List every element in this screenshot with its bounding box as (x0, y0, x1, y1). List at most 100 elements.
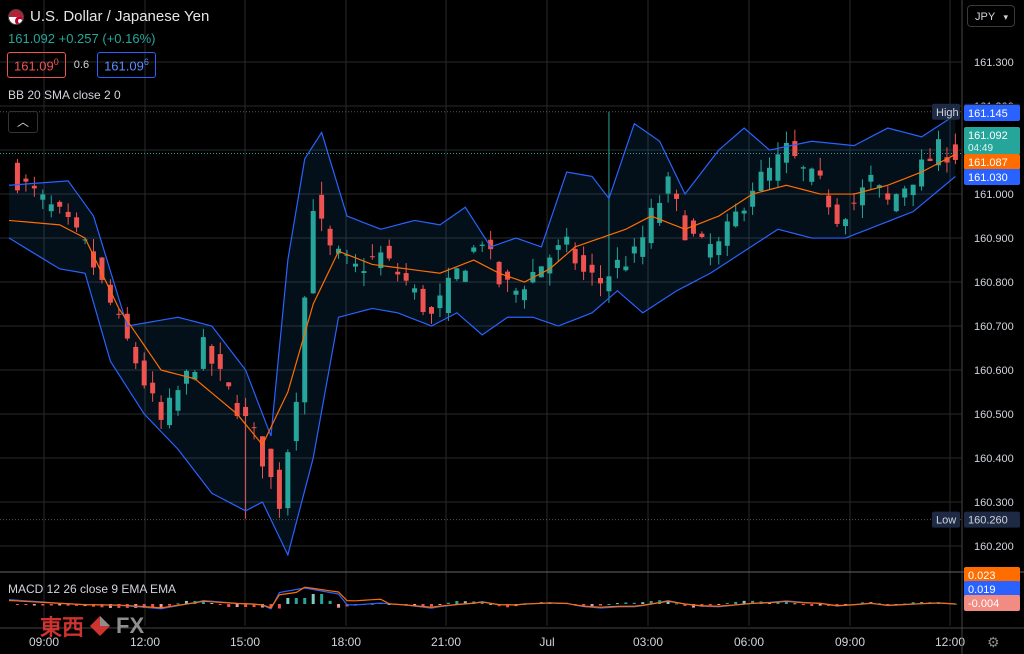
macd-indicator-label[interactable]: MACD 12 26 close 9 EMA EMA (8, 582, 176, 596)
candle-body (521, 289, 527, 301)
annotation-low-label: Low (936, 515, 956, 527)
macd-hist-bar (168, 604, 172, 606)
candle-body (158, 401, 164, 420)
symbol-title[interactable]: U.S. Dollar / Japanese Yen (30, 8, 209, 25)
candle-body (217, 354, 223, 369)
candle-body (910, 184, 916, 196)
candle-body (479, 244, 485, 246)
candle-body (133, 346, 139, 364)
candle-body (817, 170, 823, 176)
gear-icon[interactable]: ⚙ (987, 634, 1000, 651)
bb-indicator-label[interactable]: BB 20 SMA close 2 0 (8, 88, 121, 102)
candle-body (471, 247, 477, 252)
candle-body (445, 277, 451, 314)
macd-hist-bar (446, 602, 450, 604)
sell-button[interactable]: 161.090 (7, 52, 66, 79)
macd-hist-bar (599, 604, 602, 606)
candle-body (403, 273, 409, 281)
candle-body (276, 469, 282, 509)
macd-hist-bar (210, 603, 214, 604)
macd-hist-bar (294, 598, 298, 604)
candle-body (792, 141, 798, 157)
candle-body (606, 276, 612, 292)
candle-body (893, 194, 899, 212)
candle-body (40, 194, 46, 200)
candle-body (141, 360, 147, 386)
macd-signal-value: 0.023 (968, 570, 996, 582)
candle-body (902, 188, 908, 198)
bid-ask-boxes: 161.090 0.6 161.096 (7, 52, 156, 79)
candle-body (429, 307, 434, 314)
macd-hist-bar (607, 604, 611, 605)
candle-body (733, 211, 739, 227)
candle-body (834, 204, 840, 224)
x-tick-label: 09:00 (835, 635, 865, 649)
candle-body (614, 259, 620, 269)
candle-body (589, 264, 595, 273)
collapse-indicators-button[interactable]: ︿ (8, 111, 38, 133)
x-tick-label: 18:00 (331, 635, 361, 649)
macd-hist-bar (311, 594, 315, 604)
candle-body (707, 244, 713, 258)
candle-body (57, 201, 63, 207)
logo-mark-icon (90, 616, 111, 636)
candle-body (927, 158, 933, 161)
candle-body (665, 176, 671, 194)
ask-price: 161.09 (104, 58, 144, 74)
candle-body (775, 154, 781, 181)
bb-upper-price-label: 161.145 (968, 108, 1008, 120)
macd-hist-bar (244, 604, 248, 607)
price-chart[interactable]: 161.300161.200161.100161.000160.900160.8… (0, 0, 1024, 654)
chart-header: U.S. Dollar / Japanese Yen (8, 8, 209, 25)
candle-body (936, 139, 941, 166)
candle-body (572, 248, 578, 264)
currency-select[interactable]: JPY ▾ (967, 5, 1015, 27)
macd-hist-bar (49, 604, 53, 606)
macd-hist-bar (455, 601, 459, 604)
candle-body (293, 401, 299, 442)
candle-body (758, 171, 764, 191)
candle-body (437, 295, 443, 309)
macd-hist-bar (438, 604, 442, 605)
candle-body (14, 162, 20, 191)
bid-pip: 0 (53, 57, 59, 67)
y-tick-label: 160.600 (974, 365, 1014, 377)
candle-body (251, 427, 257, 429)
chevron-down-icon: ▾ (1003, 12, 1008, 22)
candle-body (674, 193, 680, 199)
candle-body (843, 219, 849, 227)
macd-hist-bar (725, 602, 729, 604)
macd-hist-bar (227, 604, 231, 607)
candle-body (640, 237, 646, 257)
macd-hist-bar (784, 602, 788, 604)
candle-body (175, 390, 181, 411)
buy-button[interactable]: 161.096 (97, 52, 156, 79)
macd-hist-bar (675, 603, 679, 605)
macd-hist-bar (303, 598, 307, 604)
macd-hist-bar (582, 604, 586, 606)
candle-body (319, 194, 325, 219)
candle-body (302, 297, 308, 403)
candle-body (310, 210, 316, 294)
countdown-label: 04:49 (968, 143, 993, 154)
candle-body (699, 233, 705, 237)
candle-body (352, 263, 358, 267)
y-tick-label: 160.900 (974, 233, 1014, 245)
macd-hist-bar (818, 604, 822, 606)
candle-body (826, 195, 832, 208)
macd-hist-bar (590, 604, 594, 607)
candle-body (150, 382, 156, 394)
y-tick-label: 160.400 (974, 453, 1014, 465)
candle-body (741, 210, 747, 214)
candle-body (361, 271, 367, 273)
macd-hist-bar (32, 604, 36, 606)
candle-body (800, 167, 806, 169)
y-tick-label: 160.200 (974, 541, 1014, 553)
candle-body (631, 246, 637, 254)
candle-body (268, 448, 274, 478)
currency-value: JPY (975, 11, 996, 23)
candle-body (513, 290, 519, 295)
macd-hist-bar (632, 602, 636, 604)
candle-body (369, 256, 375, 258)
candle-body (82, 239, 88, 241)
